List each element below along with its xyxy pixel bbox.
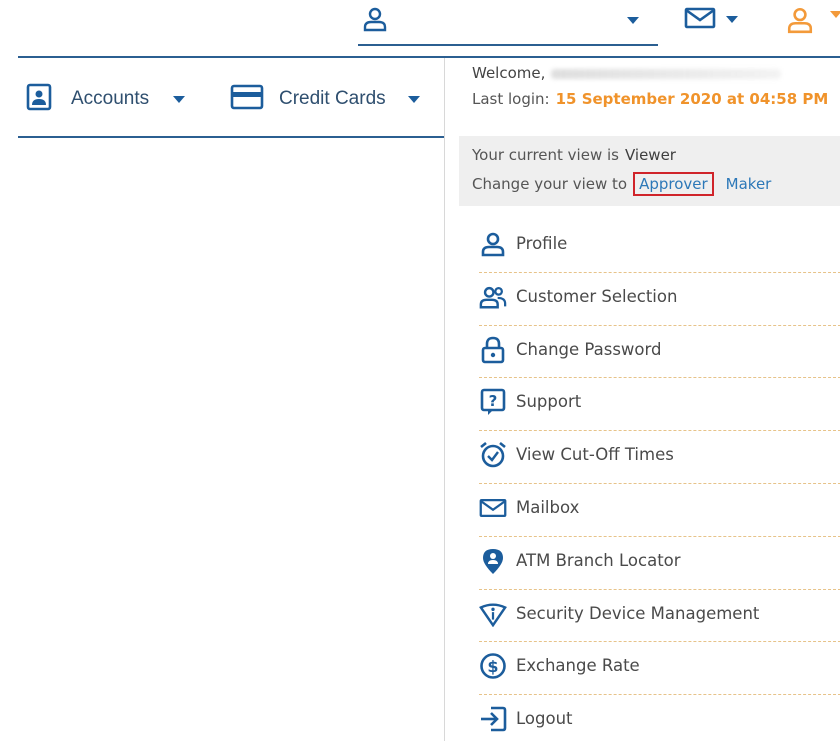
menu-item-support[interactable]: ? Support <box>479 378 840 432</box>
user-icon <box>479 230 507 258</box>
menu-item-mailbox[interactable]: Mailbox <box>479 484 840 537</box>
current-view: Your current view is Viewer <box>472 146 676 164</box>
profile-dropdown: Welcome, Last login: 15 September 2020 at… <box>444 58 840 741</box>
main-nav: Accounts Credit Cards <box>18 58 444 136</box>
welcome-text: Welcome, <box>472 64 782 82</box>
svg-text:$: $ <box>487 657 498 676</box>
menu-item-customer-selection[interactable]: Customer Selection <box>479 273 840 326</box>
last-login: Last login: 15 September 2020 at 04:58 PM <box>472 90 828 108</box>
view-option-maker[interactable]: Maker <box>726 175 772 193</box>
nav-credit-cards[interactable]: Credit Cards <box>230 82 420 116</box>
change-view-label: Change your view to <box>472 175 628 193</box>
question-icon: ? <box>479 388 507 416</box>
menu-item-label: Mailbox <box>516 497 580 517</box>
menu-item-label: Security Device Management <box>516 603 760 623</box>
profile-menu-button[interactable] <box>786 6 840 36</box>
account-card-icon <box>26 83 52 115</box>
lock-icon <box>479 336 507 364</box>
alarm-clock-icon <box>479 441 507 469</box>
profile-menu-list: Profile Customer Selection Change Passwo… <box>479 220 840 747</box>
change-view: Change your view to Approver Maker <box>472 172 771 196</box>
menu-item-logout[interactable]: Logout <box>479 695 840 747</box>
menu-item-profile[interactable]: Profile <box>479 220 840 273</box>
menu-item-security-device-management[interactable]: Security Device Management <box>479 590 840 643</box>
view-switcher: Your current view is Viewer Change your v… <box>459 136 840 206</box>
view-option-approver[interactable]: Approver <box>633 172 714 196</box>
user-icon <box>362 6 388 32</box>
nav-credit-cards-label: Credit Cards <box>279 88 386 109</box>
chevron-down-icon <box>407 95 420 103</box>
menu-item-label: Customer Selection <box>516 286 678 306</box>
chevron-down-icon <box>173 95 186 103</box>
menu-item-label: Logout <box>516 709 573 729</box>
menu-item-change-password[interactable]: Change Password <box>479 326 840 379</box>
chevron-up-icon <box>830 11 840 18</box>
svg-text:?: ? <box>489 392 498 410</box>
nav-accounts-label: Accounts <box>71 88 150 109</box>
current-view-value: Viewer <box>624 146 676 164</box>
menu-item-label: Support <box>516 392 582 412</box>
logout-icon <box>479 705 507 733</box>
menu-item-label: Exchange Rate <box>516 656 640 676</box>
user-icon <box>787 7 813 34</box>
menu-item-label: View Cut-Off Times <box>516 445 674 465</box>
menu-item-label: Change Password <box>516 339 662 359</box>
menu-item-atm-branch-locator[interactable]: ATM Branch Locator <box>479 537 840 590</box>
users-icon <box>479 283 507 311</box>
nav-divider <box>18 136 444 138</box>
envelope-icon <box>479 494 507 522</box>
redacted-user-name <box>551 68 782 79</box>
user-selector[interactable] <box>358 0 658 46</box>
chevron-down-icon <box>627 17 639 24</box>
shield-icon <box>479 600 507 628</box>
menu-item-exchange-rate[interactable]: $ Exchange Rate <box>479 642 840 696</box>
nav-accounts[interactable]: Accounts <box>26 82 186 116</box>
top-bar <box>0 0 840 56</box>
chevron-down-icon <box>726 16 738 23</box>
last-login-value: 15 September 2020 at 04:58 PM <box>555 90 829 108</box>
location-pin-icon <box>479 547 507 575</box>
mail-button[interactable] <box>684 6 744 36</box>
last-login-label: Last login: <box>472 90 550 108</box>
menu-item-label: Profile <box>516 234 568 253</box>
dollar-icon: $ <box>479 652 507 680</box>
welcome-label: Welcome, <box>472 64 546 82</box>
envelope-icon <box>684 7 716 29</box>
menu-item-view-cut-off-times[interactable]: View Cut-Off Times <box>479 431 840 484</box>
current-view-label: Your current view is <box>472 146 619 164</box>
credit-card-icon <box>230 84 264 114</box>
menu-item-label: ATM Branch Locator <box>516 550 681 570</box>
